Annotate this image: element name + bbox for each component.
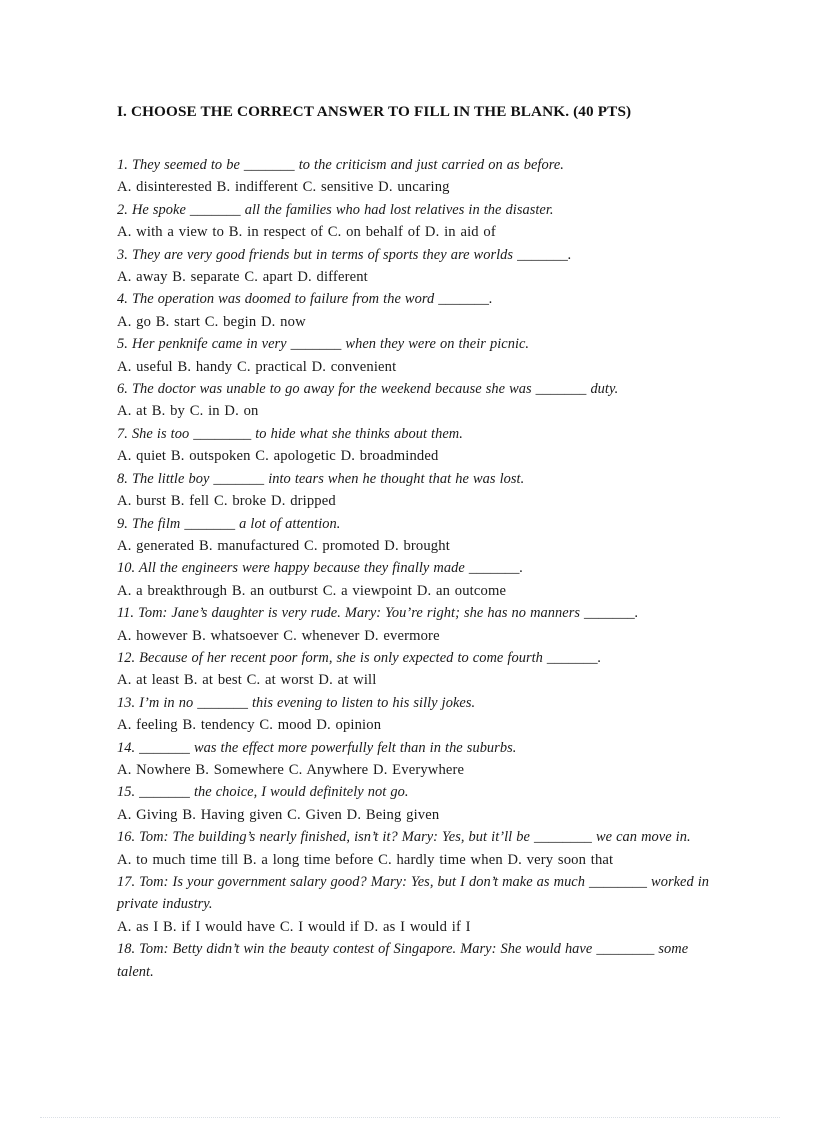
worksheet-content: I. CHOOSE THE CORRECT ANSWER TO FILL IN … bbox=[117, 103, 717, 983]
question-options[interactable]: A. burst B. fell C. broke D. dripped bbox=[117, 490, 717, 512]
question-block-14: 14. _______ was the effect more powerful… bbox=[117, 737, 717, 782]
question-block-17: 17. Tom: Is your government salary good?… bbox=[117, 871, 717, 938]
question-block-15: 15. _______ the choice, I would definite… bbox=[117, 781, 717, 826]
question-options[interactable]: A. a breakthrough B. an outburst C. a vi… bbox=[117, 580, 717, 602]
question-prompt: 2. He spoke _______ all the families who… bbox=[117, 201, 554, 218]
question-prompt: 16. Tom: The building’s nearly finished,… bbox=[117, 829, 691, 846]
question-list: 1. They seemed to be _______ to the crit… bbox=[117, 154, 717, 983]
question-prompt: 1. They seemed to be _______ to the crit… bbox=[117, 157, 564, 173]
question-options[interactable]: A. with a view to B. in respect of C. on… bbox=[117, 221, 717, 243]
question-block-2: 2. He spoke _______ all the families who… bbox=[117, 199, 717, 244]
question-block-9: 9. The film _______ a lot of attention. … bbox=[117, 513, 717, 558]
question-options[interactable]: A. Giving B. Having given C. Given D. Be… bbox=[117, 804, 717, 826]
question-block-1: 1. They seemed to be _______ to the crit… bbox=[117, 154, 717, 199]
question-block-5: 5. Her penknife came in very _______ whe… bbox=[117, 333, 717, 378]
question-prompt: 13. I’m in no _______ this evening to li… bbox=[117, 694, 476, 711]
question-options[interactable]: A. quiet B. outspoken C. apologetic D. b… bbox=[117, 445, 717, 467]
question-block-10: 10. All the engineers were happy because… bbox=[117, 557, 717, 602]
question-block-3: 3. They are very good friends but in ter… bbox=[117, 244, 717, 289]
question-options[interactable]: A. away B. separate C. apart D. differen… bbox=[117, 266, 717, 288]
question-block-13: 13. I’m in no _______ this evening to li… bbox=[117, 692, 717, 737]
question-prompt: 10. All the engineers were happy because… bbox=[117, 560, 524, 577]
question-block-6: 6. The doctor was unable to go away for … bbox=[117, 378, 717, 423]
question-options[interactable]: A. useful B. handy C. practical D. conve… bbox=[117, 356, 717, 378]
question-options[interactable]: A. go B. start C. begin D. now bbox=[117, 311, 717, 333]
question-options[interactable]: A. however B. whatsoever C. whenever D. … bbox=[117, 625, 717, 647]
question-prompt: 11. Tom: Jane’s daughter is very rude. M… bbox=[117, 605, 639, 622]
question-options[interactable]: A. at B. by C. in D. on bbox=[117, 400, 717, 422]
question-prompt: 7. She is too ________ to hide what she … bbox=[117, 425, 463, 442]
question-prompt: 17. Tom: Is your government salary good?… bbox=[117, 874, 710, 913]
question-options[interactable]: A. feeling B. tendency C. mood D. opinio… bbox=[117, 714, 717, 736]
question-prompt: 5. Her penknife came in very _______ whe… bbox=[117, 336, 530, 353]
question-block-11: 11. Tom: Jane’s daughter is very rude. M… bbox=[117, 602, 717, 647]
question-prompt: 6. The doctor was unable to go away for … bbox=[117, 381, 619, 398]
section-title: I. CHOOSE THE CORRECT ANSWER TO FILL IN … bbox=[117, 103, 632, 120]
question-block-18: 18. Tom: Betty didn’t win the beauty con… bbox=[117, 938, 717, 983]
question-block-12: 12. Because of her recent poor form, she… bbox=[117, 647, 717, 692]
question-block-4: 4. The operation was doomed to failure f… bbox=[117, 288, 717, 333]
question-prompt: 8. The little boy _______ into tears whe… bbox=[117, 470, 525, 487]
question-options[interactable]: A. to much time till B. a long time befo… bbox=[117, 849, 717, 871]
question-prompt: 18. Tom: Betty didn’t win the beauty con… bbox=[117, 941, 689, 980]
question-block-16: 16. Tom: The building’s nearly finished,… bbox=[117, 826, 717, 871]
question-prompt: 9. The film _______ a lot of attention. bbox=[117, 515, 341, 532]
question-prompt: 15. _______ the choice, I would definite… bbox=[117, 784, 409, 801]
question-options[interactable]: A. disinterested B. indifferent C. sensi… bbox=[117, 176, 717, 198]
worksheet-page: I. CHOOSE THE CORRECT ANSWER TO FILL IN … bbox=[0, 0, 816, 1123]
question-options[interactable]: A. as I B. if I would have C. I would if… bbox=[117, 916, 717, 938]
question-prompt: 12. Because of her recent poor form, she… bbox=[117, 649, 602, 666]
question-options[interactable]: A. Nowhere B. Somewhere C. Anywhere D. E… bbox=[117, 759, 717, 781]
question-prompt: 4. The operation was doomed to failure f… bbox=[117, 291, 493, 308]
question-prompt: 3. They are very good friends but in ter… bbox=[117, 246, 572, 263]
question-options[interactable]: A. at least B. at best C. at worst D. at… bbox=[117, 669, 717, 691]
question-block-7: 7. She is too ________ to hide what she … bbox=[117, 423, 717, 468]
question-prompt: 14. _______ was the effect more powerful… bbox=[117, 739, 517, 756]
question-block-8: 8. The little boy _______ into tears whe… bbox=[117, 468, 717, 513]
question-options[interactable]: A. generated B. manufactured C. promoted… bbox=[117, 535, 717, 557]
footer-divider bbox=[40, 1117, 780, 1119]
